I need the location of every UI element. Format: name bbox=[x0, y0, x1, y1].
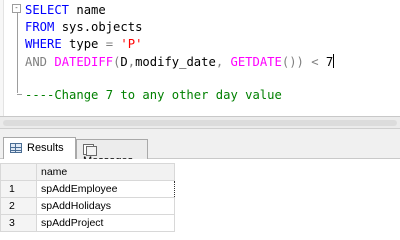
code-token: modify_date bbox=[135, 55, 216, 69]
code-token: AND bbox=[25, 55, 48, 69]
table-row[interactable]: 2 spAddHolidays bbox=[0, 197, 175, 215]
column-header-name[interactable]: name bbox=[36, 163, 175, 181]
code-token: GETDATE bbox=[230, 55, 282, 69]
code-token: FROM bbox=[25, 20, 55, 34]
table-row[interactable]: 3 spAddProject bbox=[0, 214, 175, 232]
row-number[interactable]: 2 bbox=[0, 197, 37, 215]
code-token: 'P' bbox=[120, 37, 143, 51]
messages-icon bbox=[83, 143, 97, 156]
code-token: = bbox=[105, 37, 114, 51]
code-token: ()) bbox=[281, 55, 304, 69]
tab-results[interactable]: Results bbox=[3, 137, 76, 159]
outline-guide-line bbox=[17, 6, 18, 93]
code-token: sys.objects bbox=[54, 20, 143, 34]
code-token: type bbox=[61, 37, 106, 51]
code-token: 7 bbox=[318, 55, 334, 69]
code-line-3[interactable]: WHERE type = 'P' bbox=[25, 37, 142, 52]
editor-margin bbox=[0, 0, 4, 116]
code-token: WHERE bbox=[25, 37, 62, 51]
code-line-4[interactable]: AND DATEDIFF(D,modify_date, GETDATE()) <… bbox=[25, 54, 335, 70]
code-line-1[interactable]: SELECT name bbox=[25, 3, 106, 18]
row-number[interactable]: 3 bbox=[0, 214, 37, 232]
tab-messages[interactable]: Messages bbox=[76, 139, 148, 167]
code-token: name bbox=[69, 3, 106, 17]
code-token: < bbox=[311, 55, 319, 69]
results-grid-icon bbox=[10, 143, 22, 153]
collapse-outline-toggle[interactable]: - bbox=[12, 4, 21, 13]
code-token: SELECT bbox=[25, 3, 70, 17]
scrollbar-thumb[interactable] bbox=[3, 120, 397, 126]
results-grid[interactable]: name 1 spAddEmployee 2 spAddHolidays 3 s… bbox=[0, 163, 175, 232]
cell-name[interactable]: spAddEmployee bbox=[36, 180, 175, 198]
code-line-2[interactable]: FROM sys.objects bbox=[25, 20, 142, 35]
cell-name[interactable]: spAddProject bbox=[36, 214, 175, 232]
outline-end-marker bbox=[17, 94, 22, 95]
code-token: , bbox=[127, 55, 136, 69]
horizontal-scrollbar[interactable] bbox=[0, 120, 400, 128]
row-number[interactable]: 1 bbox=[0, 180, 37, 198]
code-token: ----Change 7 to any other day value bbox=[25, 88, 282, 102]
sql-query-editor[interactable]: - SELECT name FROM sys.objects WHERE typ… bbox=[0, 0, 400, 116]
code-token: D bbox=[120, 55, 128, 69]
code-token: DATEDIFF bbox=[54, 55, 114, 69]
code-line-6[interactable]: ----Change 7 to any other day value bbox=[25, 88, 282, 103]
cell-name[interactable]: spAddHolidays bbox=[36, 197, 175, 215]
text-caret bbox=[333, 54, 335, 68]
table-row[interactable]: 1 spAddEmployee bbox=[0, 180, 175, 198]
tab-results-label: Results bbox=[27, 142, 64, 154]
grid-corner-cell[interactable] bbox=[0, 163, 37, 181]
